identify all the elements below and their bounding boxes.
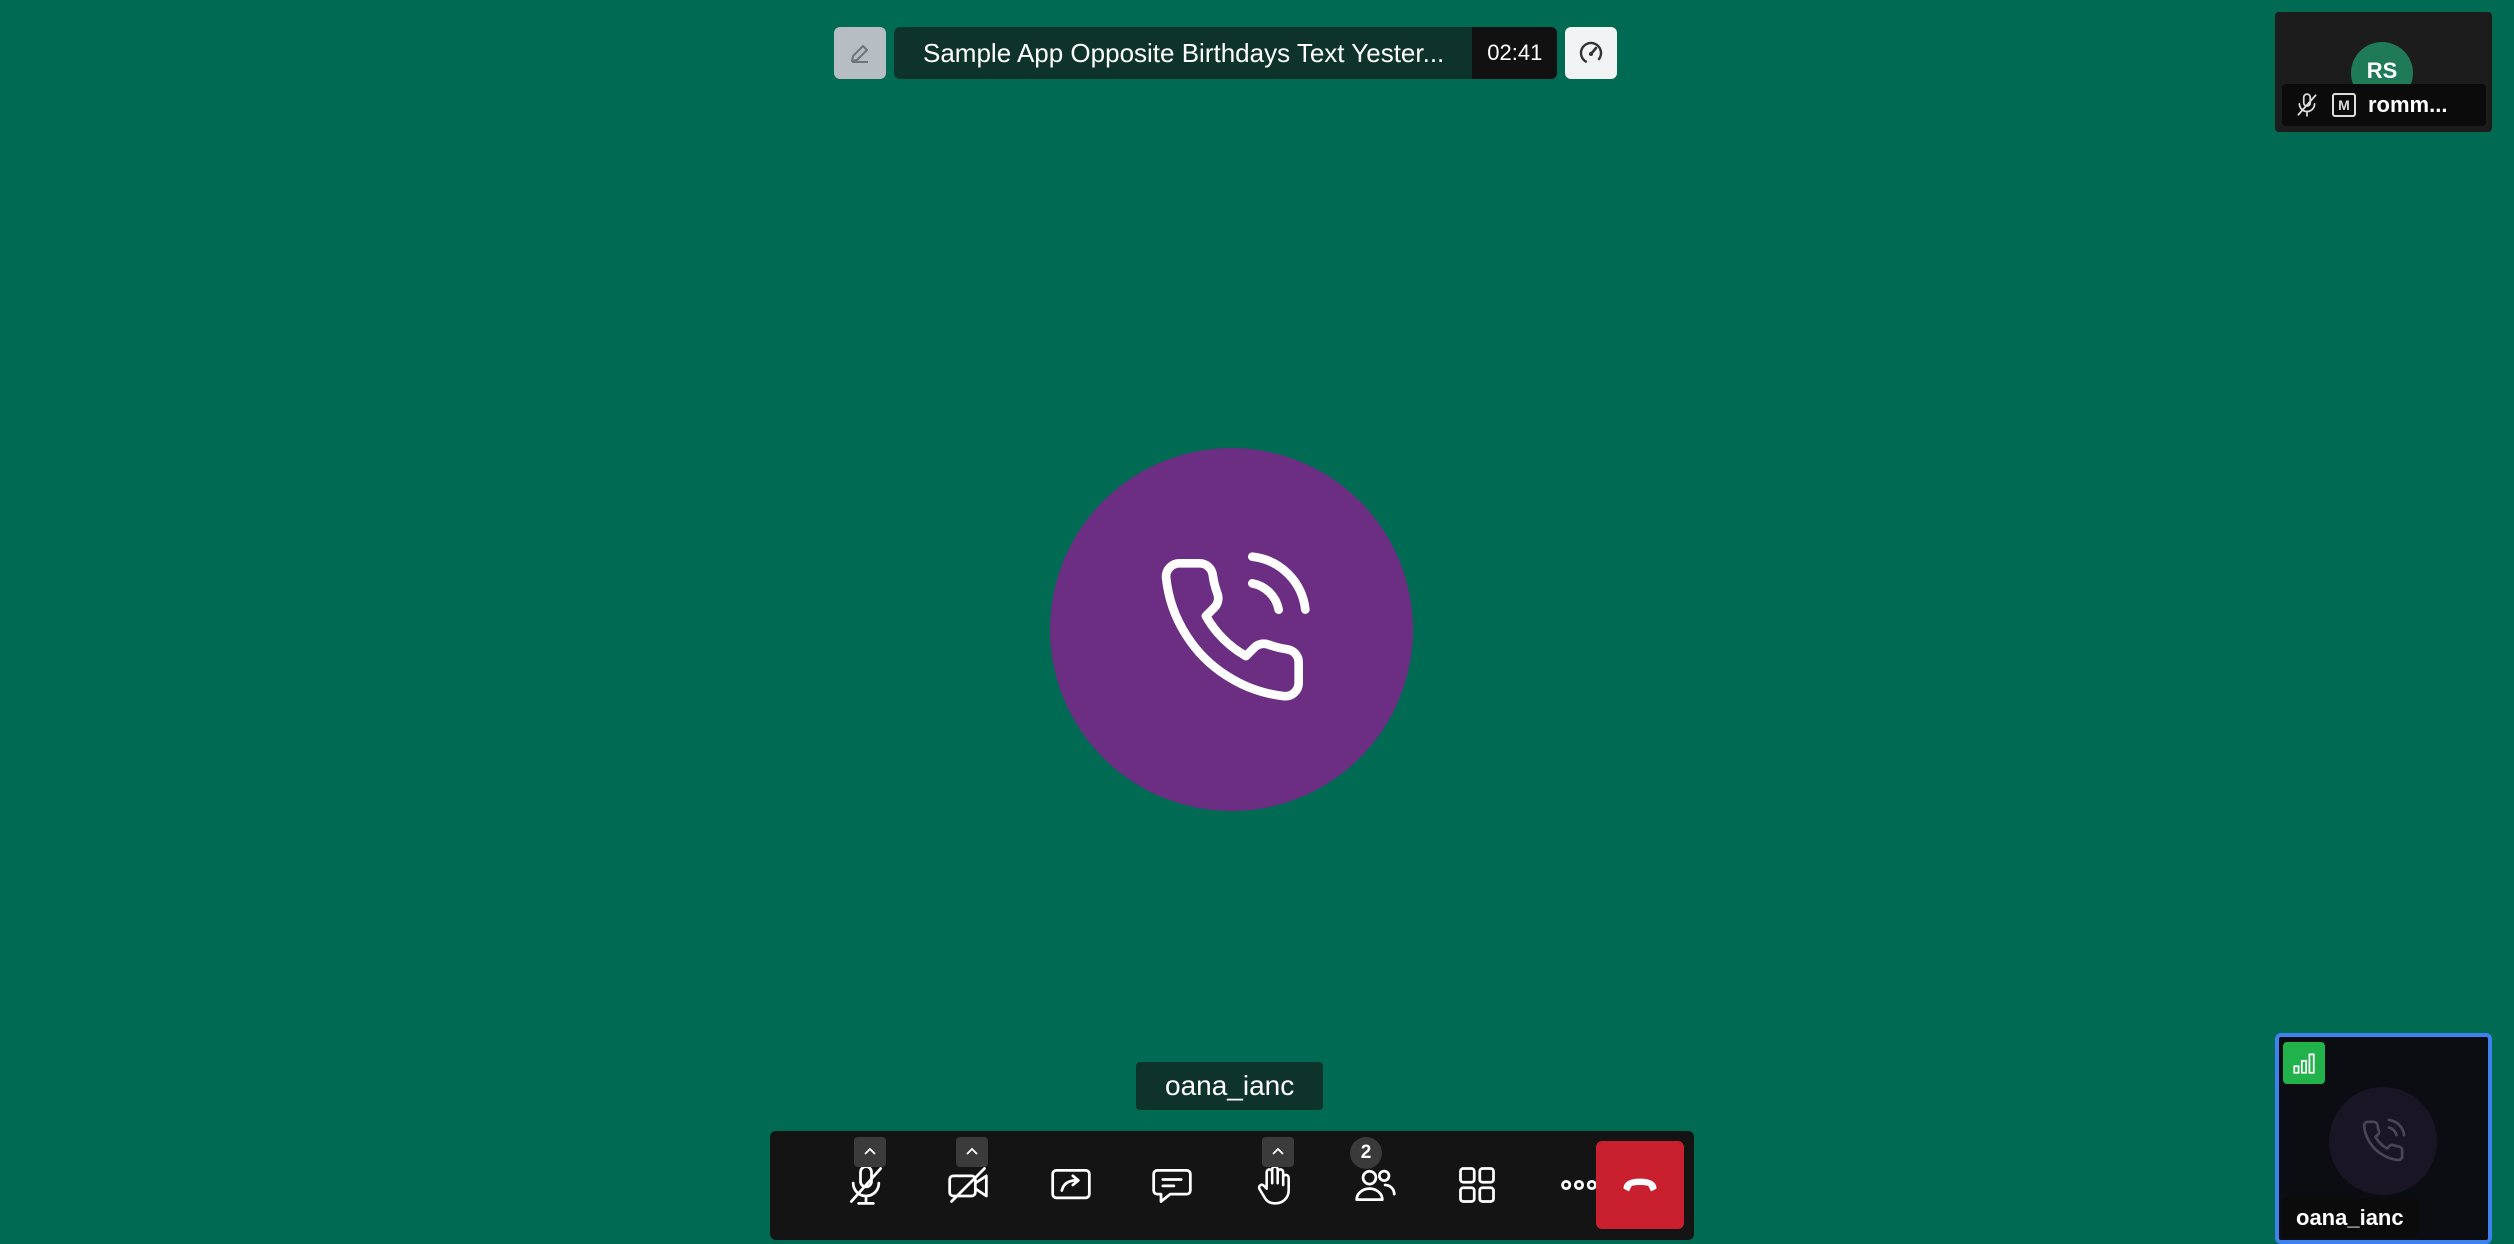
top-bar: Sample App Opposite Birthdays Text Yeste…	[834, 27, 1618, 79]
chat-icon	[1152, 1168, 1192, 1203]
tile-view-button[interactable]	[1433, 1141, 1521, 1229]
remote-participant-tile[interactable]: RS M romm...	[2275, 12, 2492, 132]
remote-indicators-bar: M romm...	[2282, 84, 2486, 126]
hangup-button[interactable]	[1596, 1141, 1684, 1229]
phone-call-icon	[1161, 551, 1310, 700]
participants-count-badge: 2	[1350, 1137, 1382, 1169]
local-participant-name: oana_ianc	[2282, 1198, 2418, 1238]
tile-view-icon	[1459, 1167, 1495, 1203]
share-screen-icon	[1051, 1168, 1091, 1200]
moderator-badge: M	[2332, 93, 2356, 117]
dominant-speaker-name: oana_ianc	[1136, 1062, 1324, 1110]
hangup-icon	[1623, 1178, 1657, 1192]
meeting-timer: 02:41	[1472, 27, 1558, 79]
remote-participant-name: romm...	[2368, 92, 2448, 117]
audio-settings-toggle[interactable]	[854, 1137, 886, 1167]
signal-bars-icon	[2293, 1053, 2315, 1074]
local-participant-tile[interactable]: oana_ianc	[2275, 1033, 2492, 1244]
connection-indicator[interactable]	[2283, 1042, 2325, 1084]
meeting-title: Sample App Opposite Birthdays Text Yeste…	[923, 37, 1445, 68]
camera-off-icon	[948, 1167, 988, 1203]
microphone-muted-icon	[2297, 93, 2317, 117]
edit-title-button[interactable]	[834, 27, 886, 79]
chat-button[interactable]	[1128, 1141, 1216, 1229]
hand-icon	[1257, 1165, 1290, 1205]
speedometer-icon	[1580, 41, 1603, 65]
share-screen-button[interactable]	[1027, 1141, 1115, 1229]
microphone-muted-icon	[849, 1165, 883, 1205]
participants-icon	[1355, 1169, 1396, 1202]
toolbox: 2	[770, 1131, 1694, 1240]
chevron-up-icon	[966, 1147, 978, 1155]
connection-stats-button[interactable]	[1565, 27, 1618, 79]
video-settings-toggle[interactable]	[956, 1137, 988, 1167]
local-avatar	[2329, 1087, 2437, 1195]
pencil-icon	[851, 45, 868, 63]
main-participant-avatar	[1050, 448, 1413, 811]
reactions-toggle[interactable]	[1262, 1137, 1294, 1167]
more-dots-icon	[1561, 1179, 1597, 1191]
meeting-title-box: Sample App Opposite Birthdays Text Yeste…	[894, 27, 1558, 79]
chevron-up-icon	[864, 1147, 876, 1155]
phone-call-icon	[2362, 1118, 2406, 1162]
chevron-up-icon	[1272, 1147, 1284, 1155]
